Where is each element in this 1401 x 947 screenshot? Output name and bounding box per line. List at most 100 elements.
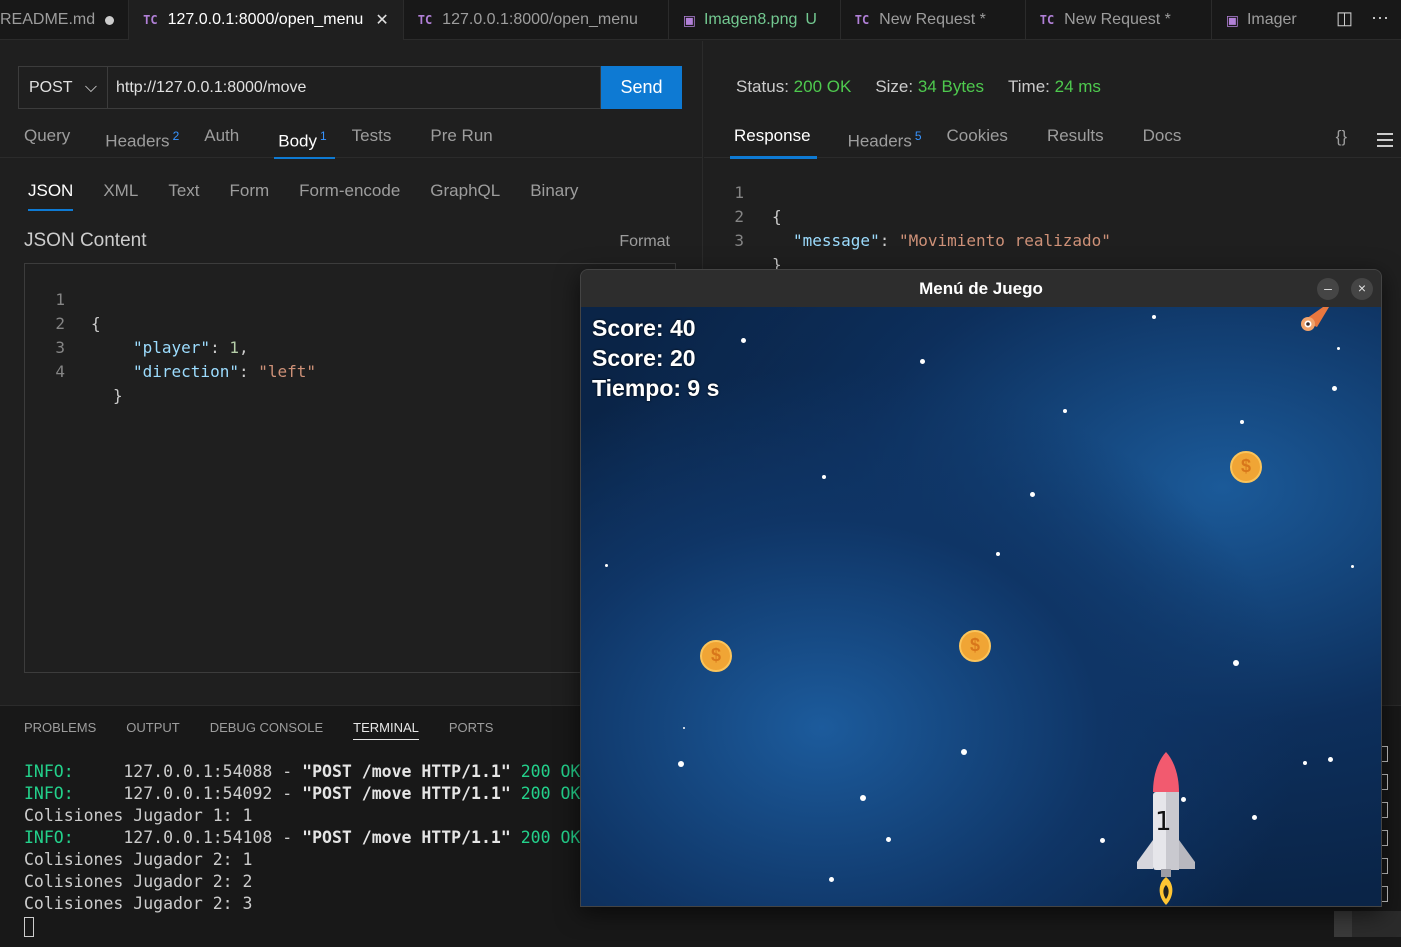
star <box>1100 838 1105 843</box>
panel-tabs: PROBLEMS OUTPUT DEBUG CONSOLE TERMINAL P… <box>24 720 493 740</box>
star <box>996 552 1000 556</box>
body-type-json[interactable]: JSON <box>28 181 74 211</box>
status-label: Status: <box>736 77 789 96</box>
tab-label: 127.0.0.1:8000/open_menu <box>442 11 638 28</box>
terminal-line: Colisiones Jugador 2: 3 <box>24 894 253 913</box>
score-player-1: Score: 40 <box>592 315 696 341</box>
log-level: INFO: <box>24 762 74 781</box>
game-canvas[interactable]: Score: 40 Score: 20 Tiempo: 9 s $ $ $ 1 <box>581 307 1381 906</box>
tab-tests[interactable]: Tests <box>342 121 392 158</box>
star <box>741 338 746 343</box>
split-editor-icon[interactable]: ◫ <box>1336 8 1353 29</box>
terminal-line: INFO: 127.0.0.1:54092 - "POST /move HTTP… <box>24 784 581 803</box>
status-code: 200 OK <box>520 828 581 847</box>
close-button[interactable]: × <box>1351 278 1373 300</box>
tab-query[interactable]: Query <box>0 121 70 158</box>
tab-docs[interactable]: Docs <box>1143 121 1182 158</box>
tab-label: New Request * <box>1064 11 1171 28</box>
json-sep: : <box>210 338 230 357</box>
json-sep: : <box>879 231 899 250</box>
tab-open-menu[interactable]: TC 127.0.0.1:8000/open_menu <box>404 0 669 40</box>
tab-response-headers[interactable]: Headers 5 <box>848 121 922 158</box>
json-content-heading: JSON Content <box>24 230 147 251</box>
game-titlebar: Menú de Juego – × <box>581 270 1381 307</box>
terminal-line: INFO: 127.0.0.1:54108 - "POST /move HTTP… <box>24 828 581 847</box>
tab-label: New Request * <box>879 11 986 28</box>
tab-pre-run[interactable]: Pre Run <box>406 121 492 158</box>
body-type-text[interactable]: Text <box>168 181 199 211</box>
terminal-line: INFO: 127.0.0.1:54088 - "POST /move HTTP… <box>24 762 581 781</box>
json-string: "left" <box>258 362 317 381</box>
tab-label: Pre Run <box>430 126 493 145</box>
thunder-client-icon: TC <box>1039 13 1055 27</box>
client-address: 127.0.0.1:54092 <box>123 784 273 803</box>
tab-auth[interactable]: Auth <box>194 121 239 158</box>
tab-label: Imagen8.png <box>703 11 798 28</box>
json-key: "player" <box>133 338 211 357</box>
editor-tab-bar: README.md TC 127.0.0.1:8000/open_menu ✕ … <box>0 0 1401 40</box>
tab-debug-console[interactable]: DEBUG CONSOLE <box>210 720 323 740</box>
tab-label: Headers <box>105 131 170 151</box>
tab-open-menu-active[interactable]: TC 127.0.0.1:8000/open_menu ✕ <box>129 0 404 40</box>
scrollbar-thumb[interactable] <box>1334 911 1352 937</box>
tab-headers[interactable]: Headers 2 <box>85 121 179 158</box>
body-type-binary[interactable]: Binary <box>530 181 578 211</box>
more-actions-icon[interactable]: ⋯ <box>1371 8 1389 29</box>
chevron-down-icon: ⌵ <box>84 78 97 96</box>
tab-label: Query <box>24 126 71 145</box>
star <box>1337 347 1340 350</box>
tab-problems[interactable]: PROBLEMS <box>24 720 96 740</box>
rocket-player-number: 1 <box>1155 807 1172 837</box>
tab-label: Results <box>1046 126 1104 145</box>
star <box>860 795 866 801</box>
star <box>1152 315 1156 319</box>
response-tabs: Response Headers 5 Cookies Results Docs <box>704 121 1401 159</box>
star <box>1030 492 1035 497</box>
tab-terminal[interactable]: TERMINAL <box>353 720 419 740</box>
response-status-bar: Status: 200 OK Size: 34 Bytes Time: 24 m… <box>736 77 1101 97</box>
code-text: } <box>113 386 123 405</box>
request-line: "POST /move HTTP/1.1" <box>302 784 511 803</box>
body-type-xml[interactable]: XML <box>103 181 138 211</box>
terminal-shell-icon[interactable] <box>1352 911 1401 937</box>
hamburger-menu-icon[interactable] <box>1377 133 1393 151</box>
game-window: Menú de Juego – × Score: 40 Score: 20 Ti… <box>580 269 1382 907</box>
method-value: POST <box>29 78 73 96</box>
request-tabs: Query Headers 2 Auth Body 1 Tests Pre Run <box>0 121 702 159</box>
method-select[interactable]: POST ⌵ <box>18 66 108 109</box>
tab-label: Tests <box>351 126 392 145</box>
star <box>886 837 891 842</box>
json-comma: , <box>238 338 249 357</box>
tab-new-request-1[interactable]: TC New Request * <box>841 0 1026 40</box>
tab-output[interactable]: OUTPUT <box>126 720 179 740</box>
tab-ports[interactable]: PORTS <box>449 720 494 740</box>
tab-imagen8[interactable]: ▣ Imagen8.png U <box>669 0 841 40</box>
send-button[interactable]: Send <box>601 66 682 109</box>
tab-label: Headers <box>847 131 912 151</box>
coin-icon: $ <box>1230 451 1262 483</box>
tab-readme[interactable]: README.md <box>0 0 130 40</box>
request-line: "POST /move HTTP/1.1" <box>302 828 511 847</box>
star <box>1233 660 1239 666</box>
json-key: "message" <box>793 231 880 250</box>
body-type-form-encode[interactable]: Form-encode <box>299 181 400 211</box>
body-type-form[interactable]: Form <box>230 181 270 211</box>
star <box>961 749 967 755</box>
json-body-editor[interactable]: 1 { 2 "player": 1, 3 "direction": "left"… <box>24 263 676 673</box>
format-button[interactable]: Format <box>619 233 670 251</box>
terminal-output[interactable]: INFO: 127.0.0.1:54088 - "POST /move HTTP… <box>24 761 580 937</box>
tab-imager[interactable]: ▣ Imager <box>1212 0 1311 40</box>
url-input[interactable] <box>108 66 601 109</box>
tab-cookies[interactable]: Cookies <box>947 121 1008 158</box>
vscode-window: README.md TC 127.0.0.1:8000/open_menu ✕ … <box>0 0 1401 947</box>
tab-results[interactable]: Results <box>1047 121 1104 158</box>
count-badge: 2 <box>172 129 180 143</box>
json-sep: : <box>238 362 259 381</box>
tab-new-request-2[interactable]: TC New Request * <box>1026 0 1212 40</box>
tab-response[interactable]: Response <box>730 121 817 159</box>
body-type-graphql[interactable]: GraphQL <box>430 181 500 211</box>
minimize-button[interactable]: – <box>1317 278 1339 300</box>
braces-button[interactable]: {} <box>1336 127 1347 147</box>
close-icon[interactable]: ✕ <box>375 10 388 30</box>
tab-body[interactable]: Body 1 <box>254 121 336 159</box>
